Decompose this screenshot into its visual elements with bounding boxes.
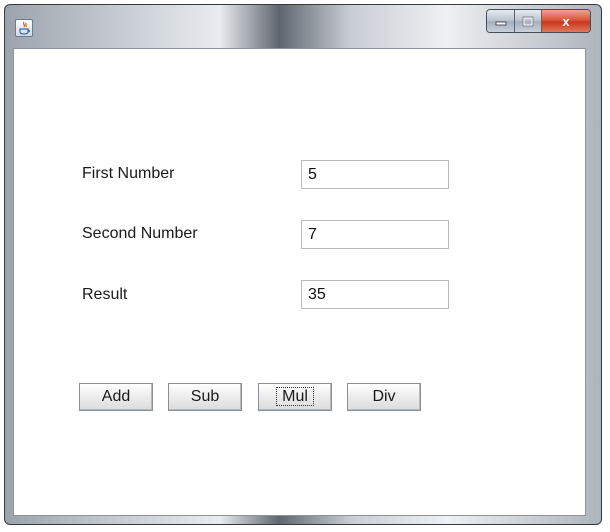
first-number-label: First Number bbox=[82, 165, 175, 182]
app-window: x First Number Second Number Result Add … bbox=[4, 4, 602, 525]
sub-button[interactable]: Sub bbox=[168, 383, 242, 411]
title-bar[interactable]: x bbox=[5, 5, 601, 49]
close-icon: x bbox=[562, 13, 570, 29]
add-button-label: Add bbox=[101, 388, 131, 405]
second-number-label: Second Number bbox=[82, 225, 198, 242]
maximize-button[interactable] bbox=[515, 10, 542, 32]
maximize-icon bbox=[522, 16, 534, 26]
minimize-button[interactable] bbox=[487, 10, 515, 32]
caption-buttons: x bbox=[486, 9, 591, 33]
sub-button-label: Sub bbox=[190, 388, 220, 405]
java-icon[interactable] bbox=[15, 19, 33, 37]
add-button[interactable]: Add bbox=[79, 383, 153, 411]
first-number-input[interactable] bbox=[301, 160, 449, 189]
div-button[interactable]: Div bbox=[347, 383, 421, 411]
minimize-icon bbox=[495, 21, 506, 26]
second-number-input[interactable] bbox=[301, 220, 449, 249]
div-button-label: Div bbox=[372, 388, 396, 405]
result-field[interactable] bbox=[301, 280, 449, 309]
content-panel: First Number Second Number Result Add Su… bbox=[13, 48, 586, 516]
close-button[interactable]: x bbox=[542, 10, 590, 32]
mul-button[interactable]: Mul bbox=[258, 383, 332, 411]
mul-button-label: Mul bbox=[276, 387, 314, 406]
result-label: Result bbox=[82, 286, 128, 303]
